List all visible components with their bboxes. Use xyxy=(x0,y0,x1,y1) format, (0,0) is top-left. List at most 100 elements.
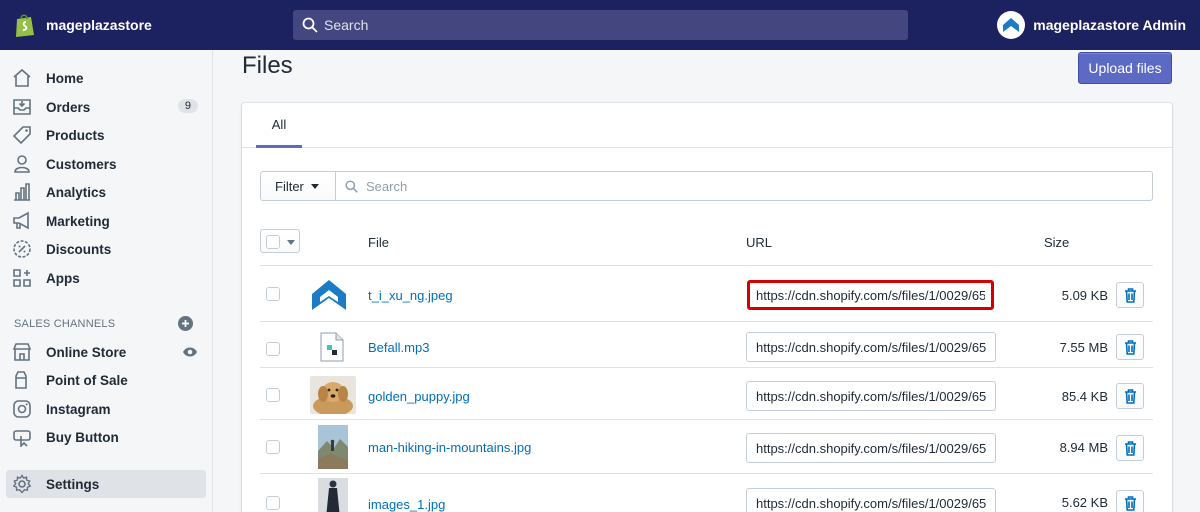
tab-all[interactable]: All xyxy=(256,103,302,148)
sidebar-item-label: Point of Sale xyxy=(46,372,128,388)
caret-down-icon xyxy=(311,184,319,189)
orders-icon xyxy=(13,99,31,115)
hiking-thumb xyxy=(318,425,348,469)
sidebar-item-label: Home xyxy=(46,70,84,86)
sidebar-item-online-store[interactable]: Online Store xyxy=(6,338,206,366)
pos-icon xyxy=(15,371,27,389)
sidebar-item-apps[interactable]: Apps xyxy=(6,264,206,292)
sidebar-item-label: Settings xyxy=(46,476,100,492)
sidebar-item-point-of-sale[interactable]: Point of Sale xyxy=(6,366,206,394)
search-icon xyxy=(345,180,358,193)
bulk-select-checkbox[interactable] xyxy=(260,229,300,253)
mageplaza-logo-icon xyxy=(1003,18,1020,32)
trash-icon xyxy=(1125,441,1136,456)
column-header-size: Size xyxy=(1044,235,1070,250)
sidebar-item-discounts[interactable]: Discounts xyxy=(6,235,206,263)
caret-down-icon[interactable] xyxy=(287,240,295,245)
discount-icon xyxy=(13,240,31,258)
shopify-bag-icon[interactable] xyxy=(14,13,36,37)
sidebar-item-label: Buy Button xyxy=(46,429,119,445)
sidebar-item-label: Analytics xyxy=(46,184,107,200)
sidebar-item-orders[interactable]: Orders 9 xyxy=(6,93,206,121)
file-size: 7.55 MB xyxy=(1059,340,1108,355)
store-icon xyxy=(12,343,32,361)
files-search-input[interactable] xyxy=(366,172,1136,200)
sidebar-item-label: Marketing xyxy=(46,213,110,229)
sidebar-item-label: Orders xyxy=(46,99,91,115)
sidebar-item-products[interactable]: Products xyxy=(6,121,206,149)
file-size: 8.94 MB xyxy=(1059,440,1108,455)
file-name-link[interactable]: images_1.jpg xyxy=(368,497,445,512)
upload-files-button[interactable]: Upload files xyxy=(1078,52,1172,84)
sidebar-item-analytics[interactable]: Analytics xyxy=(6,178,206,206)
sidebar-item-label: Customers xyxy=(46,156,117,172)
top-bar: mageplazastore mageplazastore Admin xyxy=(0,0,1200,50)
global-search-input[interactable] xyxy=(324,10,894,40)
file-name-link[interactable]: Befall.mp3 xyxy=(368,340,429,355)
file-thumb xyxy=(320,332,344,362)
store-name[interactable]: mageplazastore xyxy=(46,17,152,33)
file-size: 5.09 KB xyxy=(1061,288,1108,303)
delete-file-button[interactable] xyxy=(1116,383,1144,409)
gear-icon xyxy=(12,474,32,494)
table-row: t_i_xu_ng.jpeg 5.09 KB xyxy=(260,265,1153,321)
person-icon xyxy=(14,155,30,173)
row-checkbox[interactable] xyxy=(266,342,280,356)
puppy-thumb xyxy=(310,376,356,414)
sales-channels-heading: SALES CHANNELS xyxy=(14,318,116,330)
sidebar-item-label: Apps xyxy=(46,270,80,286)
view-store-eye-icon[interactable] xyxy=(182,346,198,358)
sidebar-item-marketing[interactable]: Marketing xyxy=(6,207,206,235)
file-name-link[interactable]: t_i_xu_ng.jpeg xyxy=(368,288,453,303)
tab-bar: All xyxy=(242,103,1172,148)
file-name-link[interactable]: man-hiking-in-mountains.jpg xyxy=(368,440,531,455)
delete-file-button[interactable] xyxy=(1116,435,1144,461)
delete-file-button[interactable] xyxy=(1116,490,1144,512)
sidebar-item-label: Instagram xyxy=(46,401,111,417)
file-url-field[interactable] xyxy=(746,332,996,362)
sidebar-item-customers[interactable]: Customers xyxy=(6,150,206,178)
table-row: Befall.mp3 7.55 MB xyxy=(260,321,1153,371)
instagram-icon xyxy=(13,400,31,418)
delete-file-button[interactable] xyxy=(1116,334,1144,360)
files-search[interactable] xyxy=(335,171,1153,201)
trash-icon xyxy=(1125,496,1136,511)
sidebar-item-settings[interactable]: Settings xyxy=(6,470,206,498)
row-checkbox[interactable] xyxy=(266,287,280,301)
apps-icon xyxy=(13,269,31,287)
file-size: 5.62 KB xyxy=(1061,495,1108,510)
file-name-link[interactable]: golden_puppy.jpg xyxy=(368,389,470,404)
sidebar-item-buy-button[interactable]: Buy Button xyxy=(6,423,206,451)
add-channel-icon[interactable] xyxy=(178,316,193,331)
avatar[interactable] xyxy=(997,11,1026,39)
file-url-field[interactable] xyxy=(747,280,994,310)
file-size: 85.4 KB xyxy=(1061,389,1108,404)
filter-button[interactable]: Filter xyxy=(260,171,336,201)
bar-chart-icon xyxy=(14,183,30,201)
filter-button-label: Filter xyxy=(275,179,304,194)
trash-icon xyxy=(1125,340,1136,355)
file-url-field[interactable] xyxy=(746,488,996,512)
tag-icon xyxy=(12,126,31,145)
column-header-file: File xyxy=(368,235,389,250)
row-checkbox[interactable] xyxy=(266,440,280,454)
delete-file-button[interactable] xyxy=(1116,282,1144,308)
buy-button-icon xyxy=(13,430,31,447)
file-url-field[interactable] xyxy=(746,433,996,463)
file-url-field[interactable] xyxy=(746,381,996,411)
admin-name[interactable]: mageplazastore Admin xyxy=(1033,17,1186,33)
column-header-url: URL xyxy=(746,235,773,250)
trash-icon xyxy=(1125,288,1136,303)
trash-icon xyxy=(1125,389,1136,404)
sidebar-item-label: Products xyxy=(46,127,105,143)
global-search[interactable] xyxy=(293,10,908,40)
account-menu[interactable]: mageplazastore Admin xyxy=(997,11,1186,39)
row-checkbox[interactable] xyxy=(266,496,280,510)
sidebar-item-home[interactable]: Home xyxy=(6,64,206,92)
search-icon xyxy=(302,17,318,33)
row-checkbox[interactable] xyxy=(266,388,280,402)
sidebar-item-label: Online Store xyxy=(46,344,127,360)
sidebar-item-instagram[interactable]: Instagram xyxy=(6,395,206,423)
sidebar-item-label: Discounts xyxy=(46,241,112,257)
select-all-checkbox[interactable] xyxy=(266,235,280,249)
